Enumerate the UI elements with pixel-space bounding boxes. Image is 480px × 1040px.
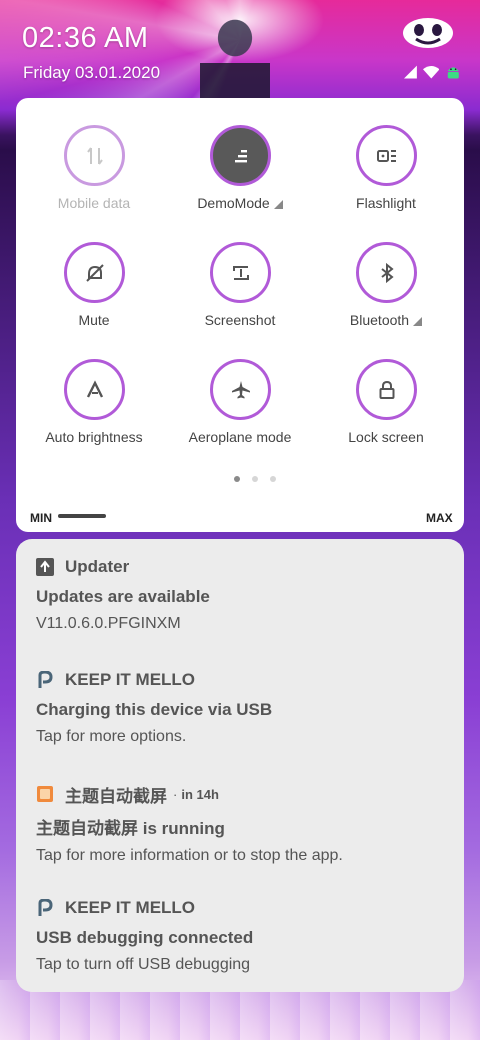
tile-aeroplane-mode-label: Aeroplane mode: [188, 429, 292, 445]
notification-app-name: KEEP IT MELLO: [65, 898, 196, 917]
brightness-min-label: MIN: [30, 511, 52, 525]
tile-aeroplane-mode[interactable]: Aeroplane mode: [165, 359, 315, 459]
tile-auto-brightness-button[interactable]: [64, 359, 125, 420]
notification-header: 主题自动截屏 · in 14h: [36, 783, 446, 806]
tile-screenshot-label: Screenshot: [204, 312, 276, 328]
notification-app-name: 主题自动截屏: [65, 786, 167, 806]
expand-caret-icon: [273, 200, 283, 209]
tile-lock-screen-button[interactable]: [356, 359, 417, 420]
notification-panel: Updater Updates are available V11.0.6.0.…: [16, 539, 464, 992]
page-dot-3[interactable]: [270, 476, 276, 482]
bluetooth-icon: [380, 262, 394, 283]
tile-mute-button[interactable]: [64, 242, 125, 303]
tile-demo-mode-label: DemoMode: [197, 195, 270, 211]
notification-title: Updates are available: [36, 587, 210, 606]
wallpaper-figure: [200, 8, 270, 98]
notification-usb-debugging[interactable]: KEEP IT MELLO USB debugging connected Ta…: [36, 897, 446, 974]
quick-settings-panel: Mobile data DemoMode Flashlight Mute Scr…: [16, 98, 464, 532]
notification-separator: ·: [173, 786, 178, 802]
auto-brightness-icon: [86, 379, 103, 398]
tile-screenshot[interactable]: Screenshot: [165, 242, 315, 342]
tile-mobile-data-label: Mobile data: [57, 195, 131, 211]
android-debug-icon: [448, 67, 460, 79]
tile-demo-mode-button[interactable]: [210, 125, 271, 186]
mute-icon: [85, 263, 104, 282]
notification-time: in 14h: [181, 786, 219, 802]
tile-bluetooth-label-wrap: Bluetooth: [311, 312, 461, 328]
notification-app-name: KEEP IT MELLO: [65, 670, 196, 689]
date-text[interactable]: Friday 03.01.2020: [23, 63, 160, 83]
notification-updater[interactable]: Updater Updates are available V11.0.6.0.…: [36, 556, 446, 633]
aeroplane-icon: [231, 380, 250, 398]
tile-demo-mode[interactable]: DemoMode: [165, 125, 315, 225]
notification-header: KEEP IT MELLO: [36, 897, 446, 919]
page-dot-1[interactable]: [234, 476, 240, 482]
upload-arrow-icon: [36, 558, 54, 576]
tile-mute-label: Mute: [78, 312, 110, 328]
notification-text: Tap for more information or to stop the …: [36, 847, 343, 864]
notification-title: 主题自动截屏 is running: [36, 819, 225, 838]
tile-lock-screen-label: Lock screen: [348, 429, 424, 445]
notification-theme-screenshot[interactable]: 主题自动截屏 · in 14h 主题自动截屏 is running Tap fo…: [36, 783, 446, 865]
tile-bluetooth-button[interactable]: [356, 242, 417, 303]
notification-header: Updater: [36, 556, 446, 578]
tile-flashlight-label: Flashlight: [356, 195, 416, 211]
wifi-icon: [422, 66, 440, 79]
notification-app-name: Updater: [65, 557, 130, 576]
brightness-slider[interactable]: [58, 514, 106, 518]
tile-screenshot-button[interactable]: [210, 242, 271, 303]
tile-flashlight[interactable]: Flashlight: [311, 125, 461, 225]
notification-title: USB debugging connected: [36, 928, 254, 947]
tile-auto-brightness[interactable]: Auto brightness: [19, 359, 169, 459]
mobile-data-icon: [86, 146, 103, 165]
notification-text: V11.0.6.0.PFGINXM: [36, 615, 181, 632]
tile-bluetooth[interactable]: Bluetooth: [311, 242, 461, 342]
tile-flashlight-button[interactable]: [356, 125, 417, 186]
app-square-icon: [36, 785, 54, 803]
demo-mode-icon: [234, 149, 247, 162]
tile-mute[interactable]: Mute: [19, 242, 169, 342]
page-indicator[interactable]: [234, 476, 276, 482]
notification-header: KEEP IT MELLO: [36, 669, 446, 691]
tile-mobile-data[interactable]: Mobile data: [19, 125, 169, 225]
notification-text: Tap to turn off USB debugging: [36, 956, 251, 973]
notification-text: Tap for more options.: [36, 728, 187, 745]
flashlight-icon: [376, 149, 396, 162]
marshmello-logo-icon: [403, 18, 453, 48]
brightness-max-label: MAX: [426, 511, 453, 525]
clock-time[interactable]: 02:36 AM: [22, 22, 149, 55]
tile-mobile-data-button[interactable]: [64, 125, 125, 186]
status-icons: [404, 63, 462, 81]
p-logo-icon: [36, 671, 54, 689]
page-dot-2[interactable]: [252, 476, 258, 482]
tile-auto-brightness-label: Auto brightness: [45, 429, 143, 445]
signal-icon: [404, 65, 417, 79]
expand-caret-icon: [413, 317, 423, 326]
p-logo-icon: [36, 899, 54, 917]
lock-icon: [379, 380, 394, 399]
tile-aeroplane-mode-button[interactable]: [210, 359, 271, 420]
tile-bluetooth-label: Bluetooth: [349, 312, 410, 328]
notification-title: Charging this device via USB: [36, 700, 273, 719]
notification-usb-charging[interactable]: KEEP IT MELLO Charging this device via U…: [36, 669, 446, 746]
tile-demo-mode-label-wrap: DemoMode: [165, 195, 315, 211]
tile-lock-screen[interactable]: Lock screen: [311, 359, 461, 459]
screenshot-icon: [232, 265, 249, 280]
